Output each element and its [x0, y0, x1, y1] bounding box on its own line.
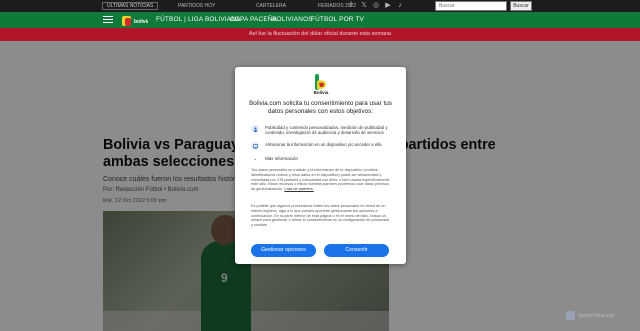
nav-item-futbol-tv[interactable]: FÚTBOL POR TV [311, 15, 364, 25]
purpose-text: Almacenar la información en un dispositi… [265, 142, 382, 147]
purpose-text: Publicidad y contenido personalizados, m… [265, 125, 388, 136]
watermark-text: SportsDataLand [578, 313, 615, 319]
top-link-partidos[interactable]: PARTIDOS HOY [178, 2, 215, 10]
bolivia-logo-icon [313, 74, 329, 91]
main-nav: bolivia FÚTBOL | LIGA BOLIVIANA COPA PAC… [0, 12, 640, 28]
consent-paragraph-1-text: Tus datos personales se tratarán y la in… [251, 168, 390, 192]
news-ticker-banner[interactable]: Así fue la fluctuación del dólar oficial… [0, 28, 640, 41]
latest-news-badge[interactable]: ÚLTIMAS NOTICIAS [102, 2, 159, 10]
youtube-icon[interactable]: ▶ [384, 2, 392, 10]
more-info-toggle[interactable]: Más información [265, 156, 298, 161]
watermark-icon [566, 311, 575, 320]
svg-text:bolivia: bolivia [134, 19, 148, 25]
instagram-icon[interactable]: ◎ [372, 2, 380, 10]
chevron-down-icon[interactable]: ⌄ [253, 156, 257, 162]
consent-button[interactable]: Consentir [324, 244, 389, 257]
nav-item-futbol-liga[interactable]: FÚTBOL | LIGA BOLIVIANA [156, 15, 241, 25]
top-bar: ÚLTIMAS NOTICIAS PARTIDOS HOY CARTELERA … [0, 0, 640, 12]
device-icon [251, 142, 259, 150]
consent-paragraph-1: Tus datos personales se tratarán y la in… [251, 168, 391, 192]
manage-options-button[interactable]: Gestionar opciones [251, 244, 316, 257]
consent-paragraph-2: Es posible que algunos proveedores trate… [251, 204, 389, 228]
hamburger-menu-icon[interactable] [103, 16, 113, 24]
consent-dialog: Bolivia Bolivia.com solicita tu consenti… [235, 67, 406, 264]
twitter-icon[interactable]: 𝕏 [360, 2, 368, 10]
site-logo[interactable]: bolivia [120, 14, 150, 26]
top-link-cartelera[interactable]: CARTELERA [256, 2, 286, 10]
nav-item-copa-pacena[interactable]: COPA PACEÑA [230, 15, 277, 25]
people-icon [251, 125, 259, 133]
tiktok-icon[interactable]: ♪ [396, 2, 404, 10]
search-input[interactable] [435, 1, 507, 11]
facebook-icon[interactable]: f [347, 2, 355, 10]
nav-item-bolivianos[interactable]: BOLIVIANOS [272, 15, 313, 25]
partners-list-link[interactable]: Lista de partners. [284, 187, 313, 191]
search-button[interactable]: Buscar [510, 1, 532, 11]
consent-heading: Bolivia.com solicita tu consentimiento p… [249, 100, 392, 115]
logo-wordmark: Bolivia [313, 90, 329, 95]
